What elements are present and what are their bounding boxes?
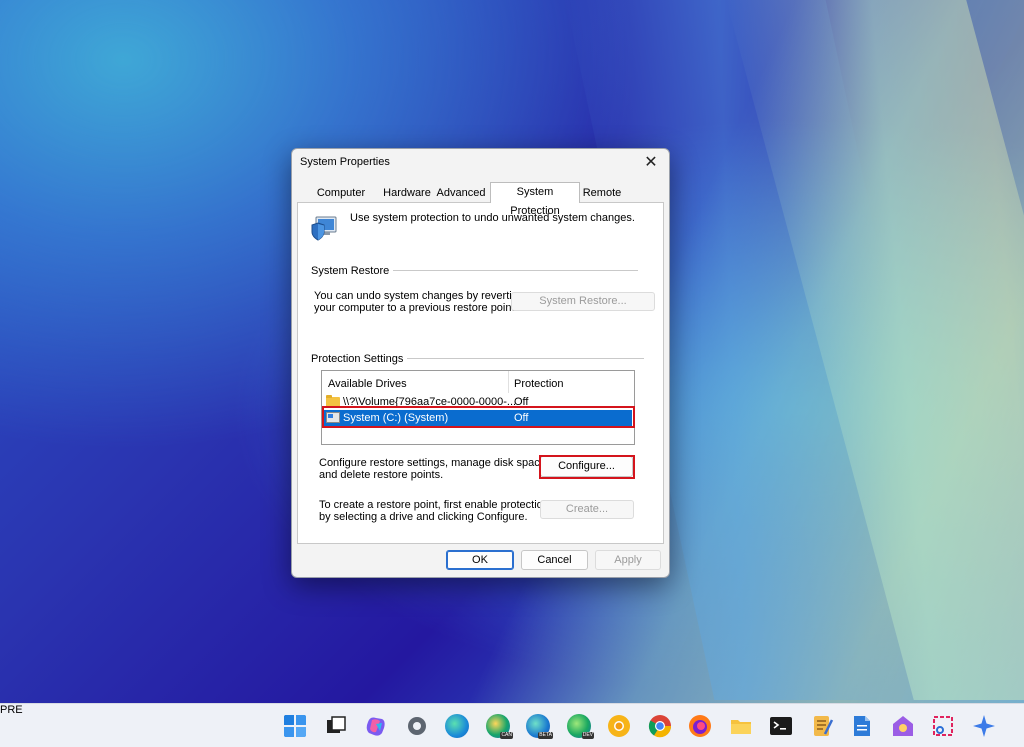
taskbar: CAN BETA DEV PRE: [0, 703, 1024, 747]
description-line: your computer to a previous restore poin…: [314, 302, 524, 314]
close-button[interactable]: ✕: [639, 152, 663, 174]
create-button[interactable]: Create...: [540, 500, 634, 519]
tab-hardware[interactable]: Hardware: [382, 185, 432, 202]
copilot-sparkle-icon[interactable]: [972, 714, 996, 738]
edge-canary-icon[interactable]: CAN: [486, 714, 510, 738]
ok-button[interactable]: OK: [446, 550, 514, 570]
description-line: To create a restore point, first enable …: [319, 499, 549, 511]
copilot-icon[interactable]: [364, 714, 388, 738]
system-restore-description: You can undo system changes by reverting…: [314, 290, 524, 314]
edge-beta-icon[interactable]: BETA: [526, 714, 550, 738]
description-line: and delete restore points.: [319, 469, 549, 481]
close-icon: ✕: [644, 154, 657, 171]
create-description: To create a restore point, first enable …: [319, 499, 549, 523]
column-header-available-drives[interactable]: Available Drives: [328, 378, 407, 390]
task-view-icon[interactable]: [324, 714, 348, 738]
notepad-icon[interactable]: [810, 714, 834, 738]
tab-computer-name[interactable]: Computer Name: [302, 185, 380, 202]
highlight-box: [322, 406, 635, 428]
firefox-icon[interactable]: [688, 714, 712, 738]
badge: BETA: [538, 732, 553, 739]
apply-button[interactable]: Apply: [595, 550, 661, 570]
description-line: by selecting a drive and clicking Config…: [319, 511, 549, 523]
snipping-tool-icon[interactable]: [931, 714, 955, 738]
column-header-protection[interactable]: Protection: [514, 378, 564, 390]
protection-settings-group-label: Protection Settings: [311, 353, 407, 365]
tab-remote[interactable]: Remote: [582, 185, 622, 202]
badge: DEV: [582, 732, 594, 739]
file-explorer-icon[interactable]: [729, 714, 753, 738]
system-properties-dialog: System Properties ✕ Computer Name Hardwa…: [291, 148, 670, 578]
description-line: You can undo system changes by reverting: [314, 290, 524, 302]
dialog-title: System Properties: [300, 156, 390, 168]
tab-advanced[interactable]: Advanced: [435, 185, 487, 202]
system-restore-group-label: System Restore: [311, 265, 393, 277]
powertoys-preview-icon[interactable]: [891, 714, 915, 738]
start-icon[interactable]: [283, 714, 307, 738]
terminal-icon[interactable]: [769, 714, 793, 738]
edge-dev-icon[interactable]: DEV: [567, 714, 591, 738]
settings-icon[interactable]: [405, 714, 429, 738]
word-document-icon[interactable]: [850, 714, 874, 738]
highlight-box: [539, 455, 635, 479]
system-restore-button[interactable]: System Restore...: [511, 292, 655, 311]
badge: PRE: [0, 704, 23, 716]
intro-text: Use system protection to undo unwanted s…: [350, 212, 635, 224]
system-protection-icon: [308, 215, 338, 243]
column-separator: [508, 371, 509, 393]
edge-icon[interactable]: [445, 714, 469, 738]
chrome-canary-icon[interactable]: [607, 714, 631, 738]
title-bar[interactable]: System Properties ✕: [292, 149, 669, 177]
chrome-icon[interactable]: [648, 714, 672, 738]
tab-system-protection[interactable]: System Protection: [490, 182, 580, 203]
cancel-button[interactable]: Cancel: [521, 550, 588, 570]
badge: CAN: [500, 732, 513, 739]
description-line: Configure restore settings, manage disk …: [319, 457, 549, 469]
configure-description: Configure restore settings, manage disk …: [319, 457, 549, 481]
